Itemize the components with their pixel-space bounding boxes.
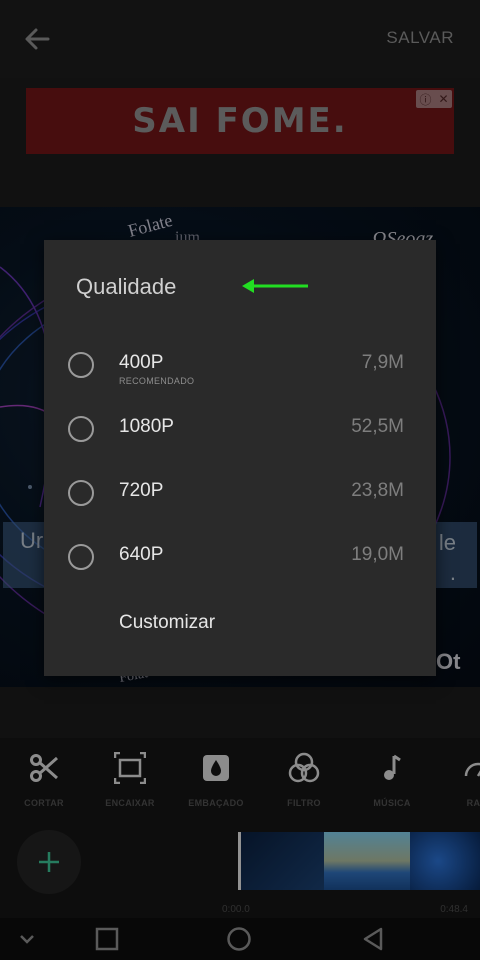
option-label: 1080P	[119, 416, 174, 437]
option-size: 7,9M	[361, 352, 404, 373]
quality-option-720p[interactable]: 720P 23,8M	[44, 466, 436, 526]
radio-button[interactable]	[68, 480, 94, 506]
radio-button[interactable]	[68, 416, 94, 442]
radio-button[interactable]	[68, 544, 94, 570]
annotation-arrow-icon	[240, 276, 310, 296]
option-size: 19,0M	[351, 544, 404, 565]
quality-dialog: Qualidade 400P RECOMENDADO 7,9M 1080P 52…	[44, 240, 436, 676]
screen: SALVAR SAI FOME. ⓘ ✕ Folate ium ΩSeoaz Ot…	[0, 0, 480, 960]
customize-option[interactable]: Customizar	[119, 612, 215, 634]
dialog-title: Qualidade	[76, 274, 177, 299]
option-label: 720P	[119, 480, 164, 501]
option-size: 52,5M	[351, 416, 404, 437]
quality-option-400p[interactable]: 400P RECOMENDADO 7,9M	[44, 338, 436, 398]
radio-button[interactable]	[68, 352, 94, 378]
option-sublabel: RECOMENDADO	[119, 376, 195, 386]
option-label: 400P	[119, 352, 164, 373]
quality-option-640p[interactable]: 640P 19,0M	[44, 530, 436, 590]
option-label: 640P	[119, 544, 164, 565]
quality-option-1080p[interactable]: 1080P 52,5M	[44, 402, 436, 462]
option-size: 23,8M	[351, 480, 404, 501]
